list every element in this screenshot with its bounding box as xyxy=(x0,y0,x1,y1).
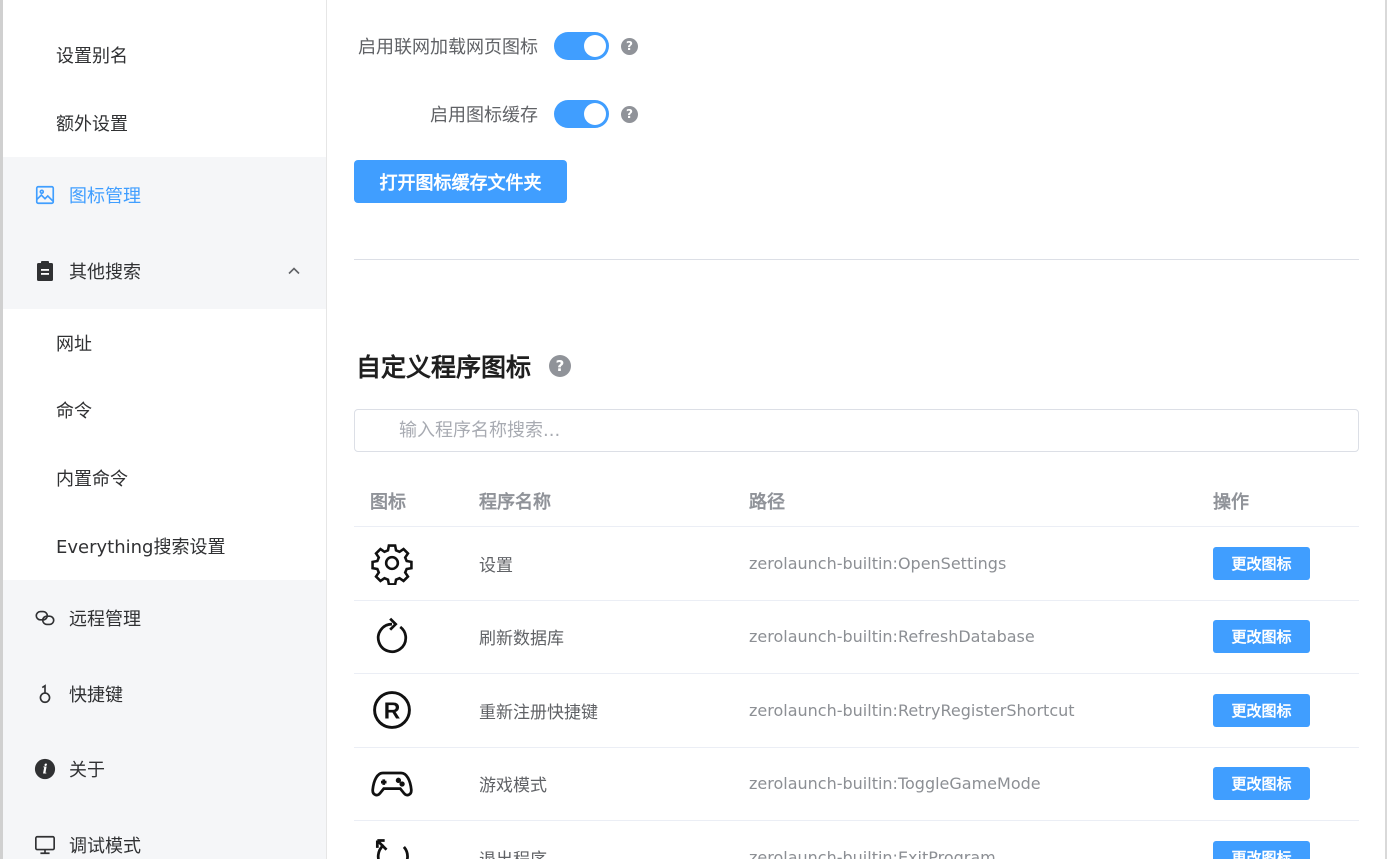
registered-icon: R xyxy=(373,691,411,730)
change-icon-button[interactable]: 更改图标 xyxy=(1213,693,1310,727)
sidebar-item-label: 调试模式 xyxy=(69,836,141,857)
sidebar-item-label: 命令 xyxy=(56,401,92,422)
sidebar-item-label: 网址 xyxy=(56,334,92,355)
program-name: 刷新数据库 xyxy=(479,629,564,650)
table-row: R 重新注册快捷键 zerolaunch-builtin:RetryRegist… xyxy=(354,674,1359,748)
table-header: 图标 程序名称 路径 操作 xyxy=(354,475,1359,527)
help-icon[interactable]: ? xyxy=(549,355,572,377)
svg-text:i: i xyxy=(43,763,48,778)
change-icon-button[interactable]: 更改图标 xyxy=(1213,620,1310,654)
table-row: 刷新数据库 zerolaunch-builtin:RefreshDatabase… xyxy=(354,601,1359,674)
sidebar-item-command[interactable]: 命令 xyxy=(3,376,326,444)
change-icon-button[interactable]: 更改图标 xyxy=(1213,546,1310,580)
sidebar-item-about[interactable]: i 关于 xyxy=(3,731,326,807)
open-icon-cache-folder-button[interactable]: 打开图标缓存文件夹 xyxy=(354,160,567,203)
image-icon xyxy=(34,184,56,206)
column-header-action: 操作 xyxy=(1213,491,1249,513)
column-header-path: 路径 xyxy=(749,491,785,513)
program-path: zerolaunch-builtin:ToggleGameMode xyxy=(749,774,1041,794)
online-icon-label: 启用联网加载网页图标 xyxy=(358,37,538,58)
key-icon xyxy=(34,683,56,705)
program-name: 游戏模式 xyxy=(479,776,547,797)
sidebar-item-icon-management[interactable]: 图标管理 xyxy=(3,157,326,233)
icon-cache-switch[interactable] xyxy=(554,100,609,128)
program-path: zerolaunch-builtin:OpenSettings xyxy=(749,553,1007,573)
info-icon: i xyxy=(34,758,56,780)
main-content: 启用联网加载网页图标 ? 启用图标缓存 ? 打开图标缓存文件夹 自定义程序图标 … xyxy=(328,0,1387,859)
program-name: 退出程序 xyxy=(463,845,733,859)
sidebar-item-url[interactable]: 网址 xyxy=(3,309,326,377)
sidebar: 设置别名 额外设置 图标管理 其他搜索 网址 命令 内置命令 Everythin… xyxy=(0,0,327,859)
change-icon-button[interactable]: 更改图标 xyxy=(1213,767,1310,801)
sidebar-item-debug-mode[interactable]: 调试模式 xyxy=(3,807,326,859)
table-row: 游戏模式 zerolaunch-builtin:ToggleGameMode 更… xyxy=(354,748,1359,821)
section-title-text: 自定义程序图标 xyxy=(356,353,532,382)
help-icon[interactable]: ? xyxy=(621,37,638,55)
gamepad-icon xyxy=(371,771,413,797)
program-name: 重新注册快捷键 xyxy=(479,702,598,723)
program-path: zerolaunch-builtin:RetryRegisterShortcut xyxy=(749,700,1075,720)
custom-icon-section-title: 自定义程序图标 ? xyxy=(356,348,572,384)
chevron-up-icon xyxy=(288,267,300,275)
sidebar-item-label: 关于 xyxy=(69,760,105,781)
svg-text:R: R xyxy=(384,698,401,724)
sidebar-item-label: 远程管理 xyxy=(69,609,141,630)
sidebar-item-label: Everything搜索设置 xyxy=(56,537,226,558)
program-search-input[interactable] xyxy=(354,409,1359,452)
icon-cache-label: 启用图标缓存 xyxy=(430,105,538,126)
link-icon xyxy=(34,607,56,629)
sidebar-item-shortcuts[interactable]: 快捷键 xyxy=(3,656,326,732)
column-header-name: 程序名称 xyxy=(479,491,551,513)
help-icon[interactable]: ? xyxy=(621,105,638,123)
column-header-icon: 图标 xyxy=(370,491,406,513)
program-name: 设置 xyxy=(479,555,513,576)
sidebar-item-label: 图标管理 xyxy=(69,186,141,207)
sidebar-item-label: 设置别名 xyxy=(56,46,128,67)
sidebar-item-label: 内置命令 xyxy=(56,469,128,490)
change-icon-button[interactable]: 更改图标 xyxy=(1213,840,1310,859)
table-row: 设置 zerolaunch-builtin:OpenSettings 更改图标 xyxy=(354,527,1359,601)
program-path: zerolaunch-builtin:ExitProgram xyxy=(749,847,996,859)
sidebar-item-everything-search[interactable]: Everything搜索设置 xyxy=(3,512,326,580)
gear-icon xyxy=(371,544,413,586)
sidebar-item-label: 快捷键 xyxy=(69,685,123,706)
icon-cache-row: 启用图标缓存 ? xyxy=(338,100,638,128)
program-path: zerolaunch-builtin:RefreshDatabase xyxy=(749,627,1035,647)
online-icon-row: 启用联网加载网页图标 ? xyxy=(338,32,638,60)
sidebar-item-alias[interactable]: 设置别名 xyxy=(3,21,326,89)
table-row: 退出程序 zerolaunch-builtin:ExitProgram 更改图标 xyxy=(354,821,1359,859)
sidebar-item-remote-management[interactable]: 远程管理 xyxy=(3,580,326,656)
online-icon-switch[interactable] xyxy=(554,32,609,60)
sidebar-item-extra-settings[interactable]: 额外设置 xyxy=(3,89,326,157)
sidebar-item-label: 其他搜索 xyxy=(69,262,141,283)
sidebar-item-other-search[interactable]: 其他搜索 xyxy=(3,233,326,309)
refresh-icon xyxy=(376,617,408,653)
custom-icon-table: 图标 程序名称 路径 操作 设置 zerolaunch-builtin:Open… xyxy=(354,475,1359,859)
monitor-icon xyxy=(34,834,56,856)
divider xyxy=(354,259,1359,260)
sidebar-item-label: 额外设置 xyxy=(56,114,128,135)
exit-icon xyxy=(375,839,409,859)
sidebar-item-builtin-command[interactable]: 内置命令 xyxy=(3,444,326,512)
clipboard-icon xyxy=(34,260,56,282)
